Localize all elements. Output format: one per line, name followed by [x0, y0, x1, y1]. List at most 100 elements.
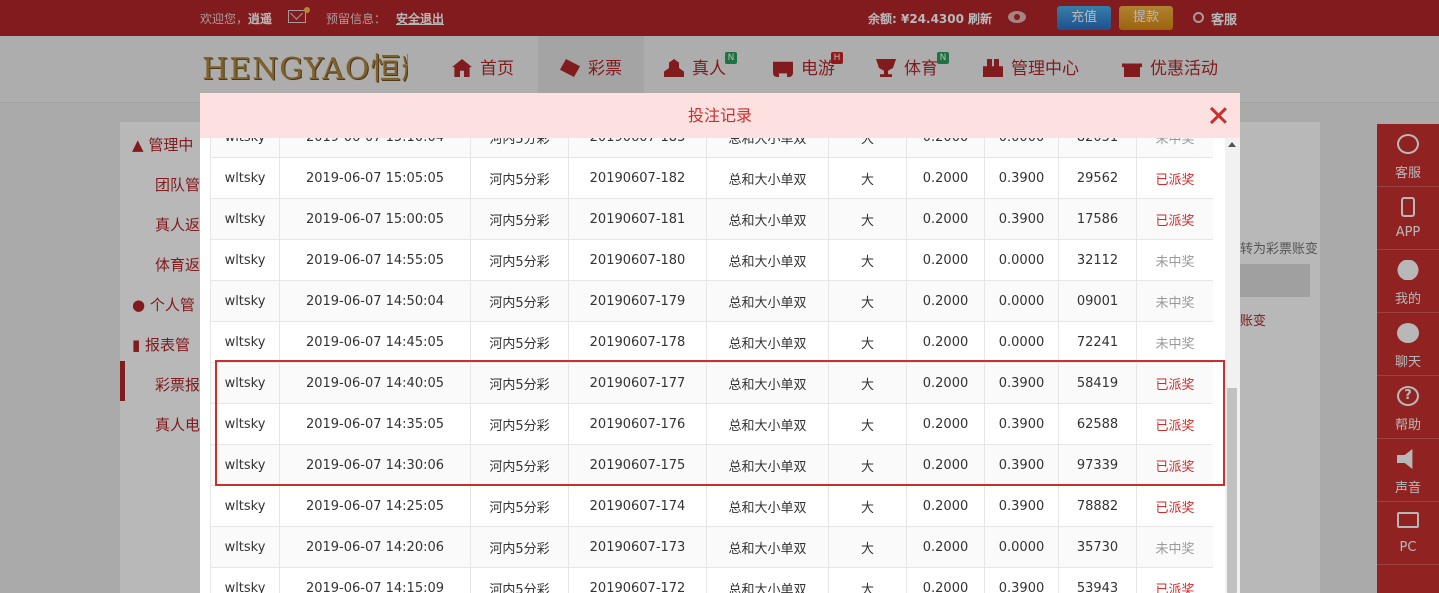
cell-draw-number: 09001: [1058, 280, 1137, 322]
table-row[interactable]: wltsky 2019-06-07 15:00:05 河内5分彩 20190607-1…: [210, 198, 1213, 240]
cell-time: 2019-06-07 15:10:04: [279, 138, 471, 158]
modal-scrollbar[interactable]: [1225, 138, 1240, 593]
cell-user: wltsky: [210, 321, 280, 363]
cell-user: wltsky: [210, 526, 280, 568]
cell-time: 2019-06-07 14:15:09: [279, 567, 471, 593]
cell-game: 河内5分彩: [470, 157, 569, 199]
table-row[interactable]: wltsky 2019-06-07 14:20:06 河内5分彩 20190607-1…: [210, 526, 1213, 568]
cell-time: 2019-06-07 14:25:05: [279, 485, 471, 527]
modal-header: 投注记录: [200, 93, 1240, 138]
cell-user: wltsky: [210, 138, 280, 158]
cell-draw-number: 82051: [1058, 138, 1137, 158]
cell-game: 河内5分彩: [470, 567, 569, 593]
table-row[interactable]: wltsky2019-06-07 15:10:04河内5分彩20190607-1…: [210, 138, 1213, 158]
cell-period: 20190607-178: [568, 321, 707, 363]
cell-status: 未中奖: [1136, 280, 1213, 322]
cell-prize: 0.0000: [984, 138, 1059, 158]
cell-user: wltsky: [210, 485, 280, 527]
cell-prize: 0.0000: [984, 239, 1059, 281]
cell-amount: 0.2000: [906, 403, 985, 445]
cell-prize: 0.3900: [984, 157, 1059, 199]
cell-status: 已派奖: [1136, 362, 1213, 404]
table-row[interactable]: wltsky 2019-06-07 14:25:05 河内5分彩 20190607-1…: [210, 485, 1213, 527]
cell-play-type: 总和大小单双: [706, 239, 829, 281]
cell-bet: 大: [828, 198, 907, 240]
cell-play-type: 总和大小单双: [706, 485, 829, 527]
cell-play-type: 总和大小单双: [706, 198, 829, 240]
cell-status: 已派奖: [1136, 485, 1213, 527]
cell-user: wltsky: [210, 567, 280, 593]
cell-draw-number: 97339: [1058, 444, 1137, 486]
table-row[interactable]: wltsky 2019-06-07 15:05:05 河内5分彩 20190607-1…: [210, 157, 1213, 199]
cell-status: 已派奖: [1136, 567, 1213, 593]
cell-draw-number: 53943: [1058, 567, 1137, 593]
cell-amount: 0.2000: [906, 239, 985, 281]
cell-user: wltsky: [210, 239, 280, 281]
cell-bet: 大: [828, 485, 907, 527]
cell-period: 20190607-182: [568, 157, 707, 199]
cell-prize: 0.3900: [984, 485, 1059, 527]
cell-status: 未中奖: [1136, 239, 1213, 281]
cell-bet: 大: [828, 280, 907, 322]
cell-play-type: 总和大小单双: [706, 362, 829, 404]
cell-amount: 0.2000: [906, 280, 985, 322]
cell-period: 20190607-172: [568, 567, 707, 593]
cell-play-type: 总和大小单双: [706, 138, 829, 158]
cell-draw-number: 72241: [1058, 321, 1137, 363]
cell-user: wltsky: [210, 157, 280, 199]
cell-game: 河内5分彩: [470, 198, 569, 240]
cell-time: 2019-06-07 14:50:04: [279, 280, 471, 322]
cell-bet: 大: [828, 239, 907, 281]
table-row[interactable]: wltsky 2019-06-07 14:50:04 河内5分彩 20190607-1…: [210, 280, 1213, 322]
cell-time: 2019-06-07 14:55:05: [279, 239, 471, 281]
cell-game: 河内5分彩: [470, 239, 569, 281]
cell-status: 已派奖: [1136, 157, 1213, 199]
cell-amount: 0.2000: [906, 138, 985, 158]
cell-draw-number: 29562: [1058, 157, 1137, 199]
cell-prize: 0.0000: [984, 280, 1059, 322]
cell-prize: 0.3900: [984, 403, 1059, 445]
close-icon[interactable]: [1208, 105, 1228, 125]
cell-play-type: 总和大小单双: [706, 280, 829, 322]
table-row[interactable]: wltsky 2019-06-07 14:30:06 河内5分彩 20190607-1…: [210, 444, 1213, 486]
cell-period: 20190607-173: [568, 526, 707, 568]
table-row[interactable]: wltsky 2019-06-07 14:15:09 河内5分彩 20190607-1…: [210, 567, 1213, 593]
cell-bet: 大: [828, 362, 907, 404]
cell-status: 未中奖: [1136, 138, 1213, 158]
cell-play-type: 总和大小单双: [706, 526, 829, 568]
cell-time: 2019-06-07 14:20:06: [279, 526, 471, 568]
cell-time: 2019-06-07 14:30:06: [279, 444, 471, 486]
cell-status: 已派奖: [1136, 403, 1213, 445]
cell-user: wltsky: [210, 362, 280, 404]
cell-user: wltsky: [210, 280, 280, 322]
cell-draw-number: 17586: [1058, 198, 1137, 240]
cell-period: 20190607-180: [568, 239, 707, 281]
table-row[interactable]: wltsky 2019-06-07 14:55:05 河内5分彩 20190607-1…: [210, 239, 1213, 281]
cell-time: 2019-06-07 14:45:05: [279, 321, 471, 363]
cell-status: 未中奖: [1136, 321, 1213, 363]
cell-amount: 0.2000: [906, 321, 985, 363]
cell-period: 20190607-175: [568, 444, 707, 486]
bet-record-table: wltsky2019-06-07 15:10:04河内5分彩20190607-1…: [210, 138, 1213, 593]
cell-bet: 大: [828, 403, 907, 445]
cell-bet: 大: [828, 526, 907, 568]
cell-prize: 0.3900: [984, 444, 1059, 486]
modal-title: 投注记录: [687, 106, 752, 125]
cell-play-type: 总和大小单双: [706, 567, 829, 593]
table-row[interactable]: wltsky 2019-06-07 14:40:05 河内5分彩 20190607-1…: [210, 362, 1213, 404]
cell-amount: 0.2000: [906, 485, 985, 527]
bet-record-table-container[interactable]: wltsky2019-06-07 15:10:04河内5分彩20190607-1…: [210, 138, 1213, 593]
cell-amount: 0.2000: [906, 157, 985, 199]
cell-bet: 大: [828, 567, 907, 593]
cell-play-type: 总和大小单双: [706, 157, 829, 199]
scrollbar-thumb[interactable]: [1227, 388, 1237, 593]
cell-game: 河内5分彩: [470, 362, 569, 404]
table-row[interactable]: wltsky 2019-06-07 14:45:05 河内5分彩 20190607-1…: [210, 321, 1213, 363]
cell-user: wltsky: [210, 198, 280, 240]
cell-bet: 大: [828, 321, 907, 363]
cell-play-type: 总和大小单双: [706, 403, 829, 445]
table-row[interactable]: wltsky 2019-06-07 14:35:05 河内5分彩 20190607-1…: [210, 403, 1213, 445]
cell-time: 2019-06-07 14:35:05: [279, 403, 471, 445]
cell-prize: 0.3900: [984, 567, 1059, 593]
scroll-up-arrow-icon[interactable]: [1228, 142, 1236, 147]
